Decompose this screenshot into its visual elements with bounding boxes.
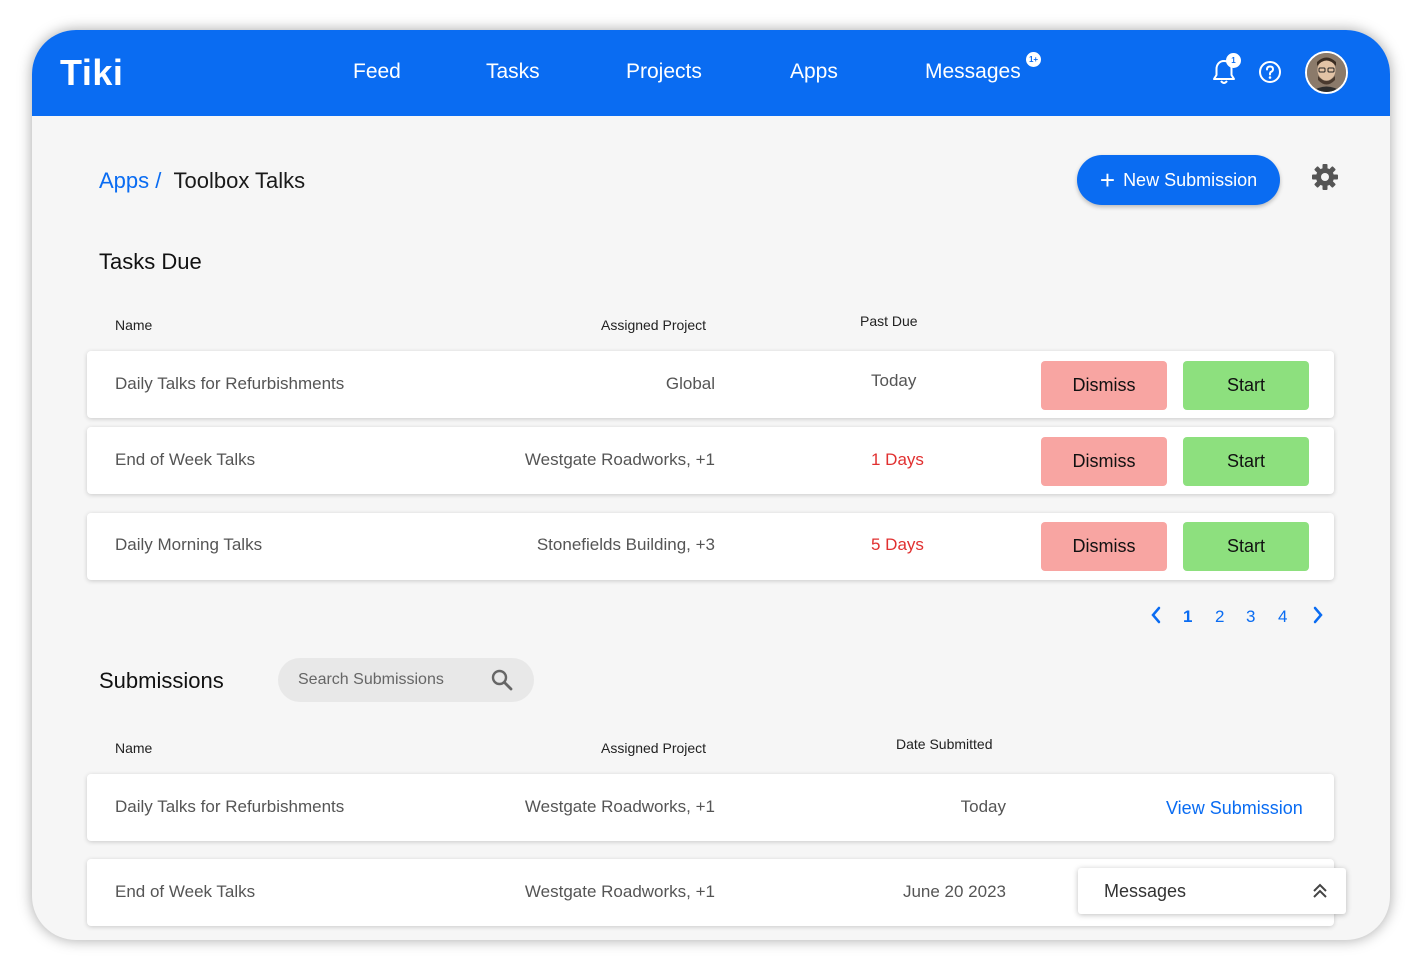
search-submissions: [278, 658, 534, 702]
double-chevron-up-icon[interactable]: [1312, 882, 1328, 905]
nav-tasks[interactable]: Tasks: [486, 60, 540, 84]
nav-messages[interactable]: Messages: [925, 60, 1021, 84]
start-button[interactable]: Start: [1183, 437, 1309, 486]
notification-badge: 1: [1226, 53, 1241, 68]
col-past-due: Past Due: [860, 313, 918, 329]
app-window: Tiki Feed Tasks Projects Apps Messages 1…: [32, 30, 1390, 940]
col-name: Name: [115, 317, 153, 333]
help-icon[interactable]: [1258, 60, 1282, 89]
prev-page-icon[interactable]: [1150, 606, 1162, 629]
messages-panel[interactable]: Messages: [1078, 868, 1346, 914]
logo[interactable]: Tiki: [60, 52, 123, 94]
submissions-title: Submissions: [99, 668, 224, 693]
nav-feed[interactable]: Feed: [353, 60, 401, 84]
breadcrumb: Apps / Toolbox Talks: [99, 168, 305, 194]
view-submission-link[interactable]: View Submission: [1166, 798, 1303, 819]
page-1[interactable]: 1: [1183, 607, 1192, 627]
search-input[interactable]: [298, 668, 488, 692]
table-row: Daily Talks for Refurbishments Global To…: [87, 351, 1334, 418]
page-2[interactable]: 2: [1215, 607, 1224, 627]
task-name: Daily Morning Talks: [115, 535, 263, 554]
task-past-due: 5 Days: [871, 535, 924, 554]
col-assigned-project: Assigned Project: [601, 740, 707, 756]
submission-name: End of Week Talks: [115, 882, 256, 901]
start-button[interactable]: Start: [1183, 522, 1309, 571]
submission-project: Westgate Roadworks, +1: [524, 797, 715, 816]
task-past-due: 1 Days: [871, 450, 924, 469]
search-icon[interactable]: [490, 668, 514, 697]
nav-apps[interactable]: Apps: [790, 60, 838, 84]
messages-panel-label: Messages: [1104, 881, 1187, 901]
submission-date: June 20 2023: [902, 882, 1006, 901]
messages-badge: 1+: [1026, 52, 1041, 67]
dismiss-button[interactable]: Dismiss: [1041, 437, 1167, 486]
next-page-icon[interactable]: [1312, 606, 1324, 629]
table-row: End of Week Talks Westgate Roadworks, +1…: [87, 427, 1334, 494]
breadcrumb-apps-link[interactable]: Apps /: [99, 168, 161, 193]
col-date-submitted: Date Submitted: [896, 736, 993, 752]
dismiss-button[interactable]: Dismiss: [1041, 361, 1167, 410]
task-project: Stonefields Building, +3: [536, 535, 715, 554]
task-name: End of Week Talks: [115, 450, 256, 469]
task-past-due: Today: [871, 371, 917, 390]
submission-name: Daily Talks for Refurbishments: [115, 797, 345, 816]
page-4[interactable]: 4: [1278, 607, 1287, 627]
table-row: Daily Talks for Refurbishments Westgate …: [87, 774, 1334, 841]
submission-date: Today: [960, 797, 1006, 816]
table-row: Daily Morning Talks Stonefields Building…: [87, 513, 1334, 580]
page-title: Toolbox Talks: [173, 168, 306, 193]
top-nav-bar: Tiki Feed Tasks Projects Apps Messages 1…: [32, 30, 1390, 116]
dismiss-button[interactable]: Dismiss: [1041, 522, 1167, 571]
avatar[interactable]: [1305, 51, 1348, 94]
task-name: Daily Talks for Refurbishments: [115, 374, 345, 393]
plus-icon: +: [1099, 165, 1116, 195]
gear-icon[interactable]: [1311, 163, 1339, 196]
tasks-due-title: Tasks Due: [99, 249, 202, 274]
col-assigned-project: Assigned Project: [601, 317, 707, 333]
task-project: Westgate Roadworks, +1: [524, 450, 715, 469]
col-name: Name: [115, 740, 153, 756]
page-3[interactable]: 3: [1246, 607, 1255, 627]
new-submission-label: New Submission: [1123, 169, 1258, 190]
task-project: Global: [665, 374, 715, 393]
submission-project: Westgate Roadworks, +1: [524, 882, 715, 901]
new-submission-button[interactable]: + New Submission: [1077, 155, 1280, 205]
nav-projects[interactable]: Projects: [626, 60, 702, 84]
start-button[interactable]: Start: [1183, 361, 1309, 410]
